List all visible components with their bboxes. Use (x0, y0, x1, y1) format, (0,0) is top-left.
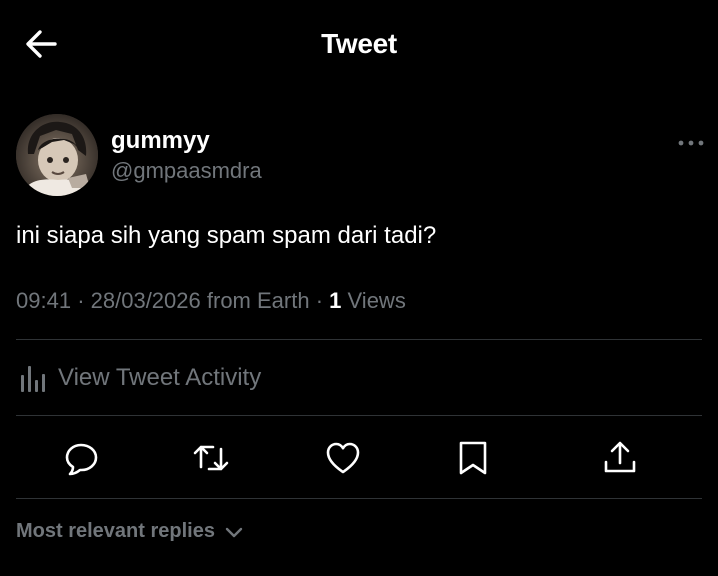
avatar-image (16, 114, 98, 196)
like-button[interactable] (323, 438, 363, 478)
reply-button[interactable] (62, 438, 102, 478)
top-bar: Tweet (0, 0, 718, 90)
retweet-icon (193, 445, 229, 471)
view-tweet-activity-button[interactable]: View Tweet Activity (16, 360, 261, 396)
meta-separator: · (315, 288, 330, 313)
tweet-text: ini siapa sih yang spam spam dari tadi? (16, 222, 437, 249)
heart-icon (326, 442, 360, 474)
tweet-author[interactable]: gummyy @gmpaasmdra (111, 126, 262, 186)
more-dots-icon (678, 140, 704, 146)
tweet-date[interactable]: 28/03/2026 (91, 288, 201, 313)
user-handle[interactable]: @gmpaasmdra (111, 156, 262, 186)
share-icon (604, 441, 636, 473)
divider (16, 415, 702, 416)
divider (16, 498, 702, 499)
reply-icon (65, 443, 98, 476)
page-title: Tweet (321, 28, 397, 59)
display-name[interactable]: gummyy (111, 126, 262, 156)
retweet-button[interactable] (191, 438, 231, 478)
replies-sort-label: Most relevant replies (16, 520, 215, 542)
tweet-source: from Earth (206, 288, 310, 313)
share-button[interactable] (600, 438, 640, 478)
tweet-meta: 09:41 · 28/03/2026 from Earth · 1 Views (16, 285, 406, 317)
views-label: Views (347, 288, 406, 313)
tweet-time[interactable]: 09:41 (16, 288, 71, 313)
more-options-button[interactable] (674, 134, 708, 152)
bookmark-icon (459, 441, 487, 475)
chevron-down-icon (225, 527, 243, 537)
divider (16, 339, 702, 340)
bookmark-button[interactable] (453, 438, 493, 478)
avatar[interactable] (16, 114, 98, 196)
meta-separator: · (77, 288, 91, 313)
replies-sort-dropdown[interactable]: Most relevant replies (16, 520, 247, 543)
views-count: 1 (329, 288, 342, 313)
analytics-icon (21, 366, 45, 392)
view-tweet-activity-label: View Tweet Activity (58, 364, 262, 391)
